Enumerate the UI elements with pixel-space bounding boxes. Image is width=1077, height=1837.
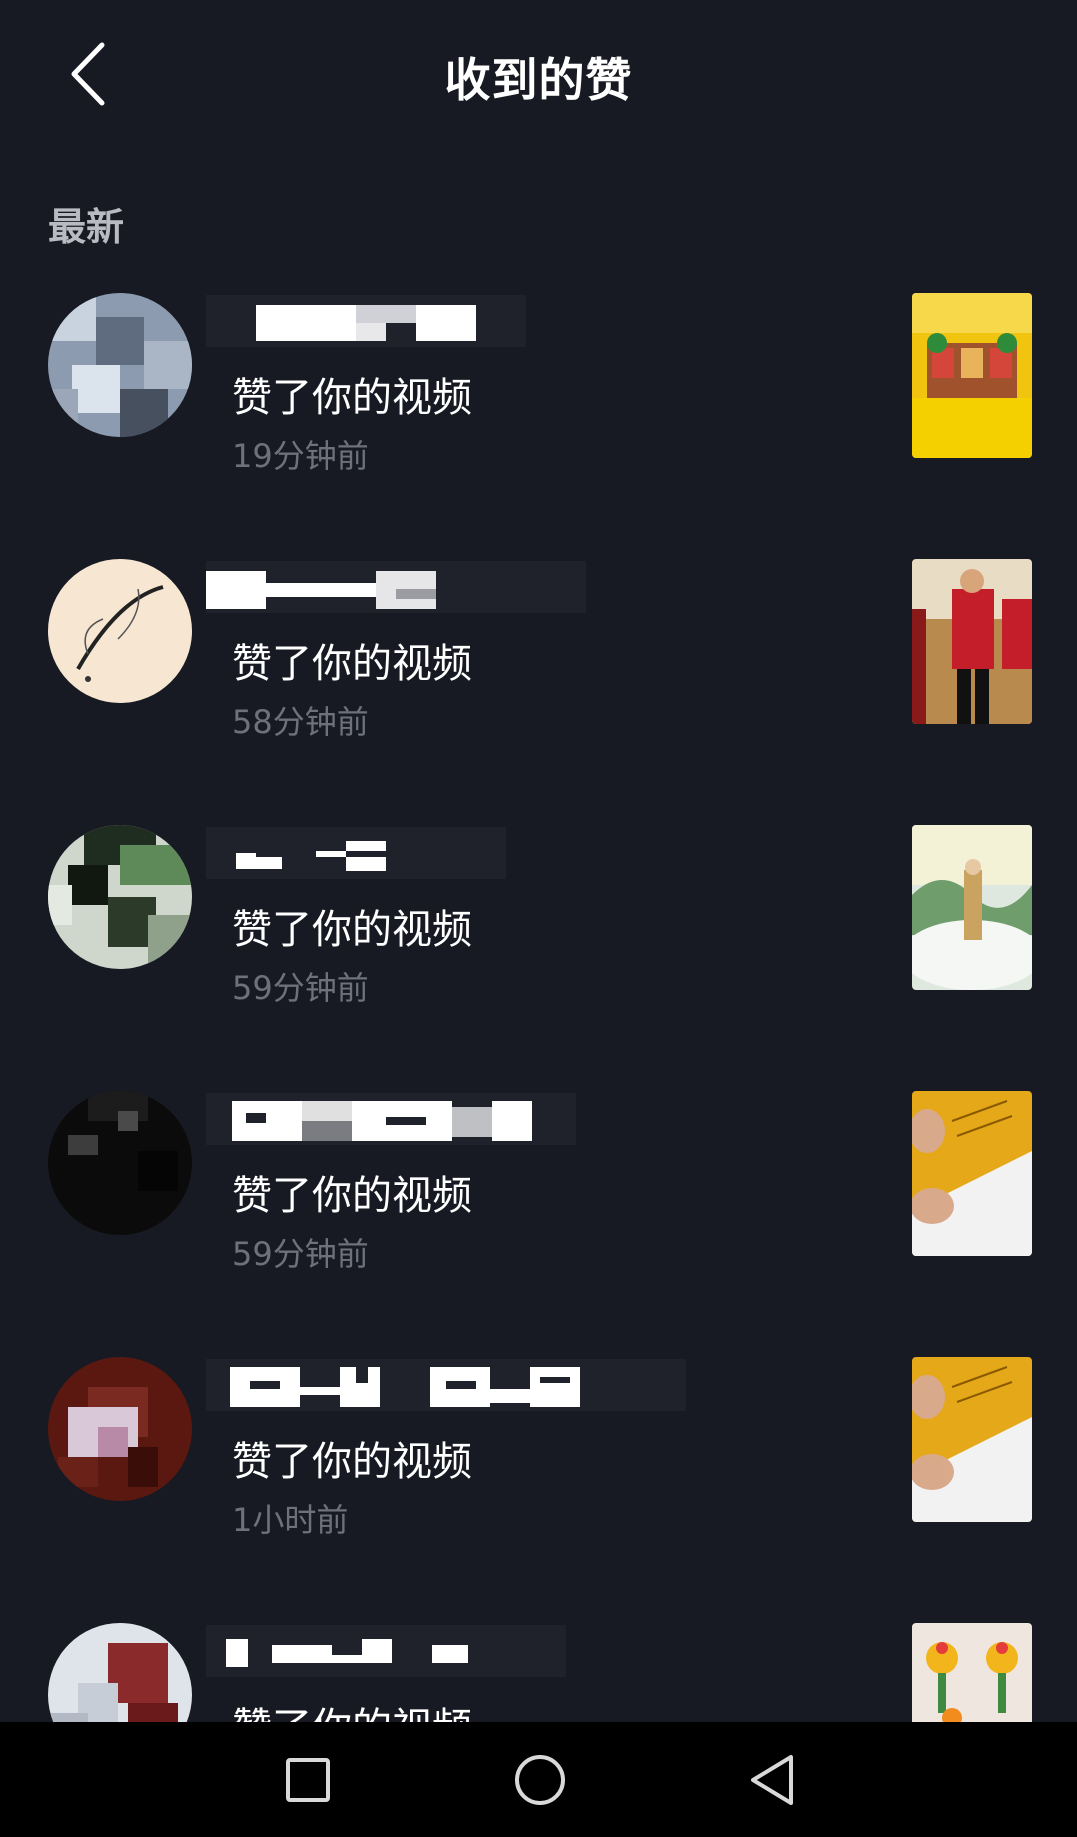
likes-screen: 收到的赞 最新 赞了你的视频 19分钟前 赞了你的视频 58分钟前 赞了你的视频… [0,0,1077,1837]
video-thumbnail[interactable] [912,293,1032,458]
video-thumbnail[interactable] [912,1357,1032,1522]
system-back-button[interactable] [742,1750,802,1810]
redacted-username [206,1625,566,1677]
redacted-username [206,1359,686,1411]
section-label-latest: 最新 [48,205,125,249]
redacted-username [206,1093,576,1145]
action-text: 赞了你的视频 [232,907,472,953]
list-item[interactable]: 赞了你的视频 59分钟前 [0,817,1077,1083]
video-thumbnail[interactable] [912,825,1032,990]
list-item[interactable]: 赞了你的视频 58分钟前 [0,551,1077,817]
avatar[interactable] [48,825,192,969]
likes-list: 赞了你的视频 19分钟前 赞了你的视频 58分钟前 赞了你的视频 59分钟前 赞… [0,285,1077,1837]
action-text: 赞了你的视频 [232,1173,472,1219]
redacted-username [206,561,586,613]
avatar[interactable] [48,559,192,703]
list-item[interactable]: 赞了你的视频 19分钟前 [0,285,1077,551]
redacted-username [206,827,506,879]
circle-icon [515,1755,565,1805]
timestamp: 59分钟前 [232,1235,369,1273]
list-item[interactable]: 赞了你的视频 59分钟前 [0,1083,1077,1349]
recent-apps-button[interactable] [278,1750,338,1810]
timestamp: 1小时前 [232,1501,349,1539]
timestamp: 19分钟前 [232,437,369,475]
system-nav-bar [0,1722,1077,1837]
list-item[interactable]: 赞了你的视频 1小时前 [0,1349,1077,1615]
page-title: 收到的赞 [444,53,633,107]
action-text: 赞了你的视频 [232,1439,472,1485]
avatar[interactable] [48,293,192,437]
timestamp: 59分钟前 [232,969,369,1007]
home-button[interactable] [510,1750,570,1810]
redacted-username [206,295,526,347]
action-text: 赞了你的视频 [232,641,472,687]
avatar[interactable] [48,1091,192,1235]
action-text: 赞了你的视频 [232,375,472,421]
avatar[interactable] [48,1357,192,1501]
video-thumbnail[interactable] [912,559,1032,724]
triangle-back-icon [751,1755,793,1805]
header: 收到的赞 [0,0,1077,150]
square-icon [286,1758,330,1802]
video-thumbnail[interactable] [912,1091,1032,1256]
timestamp: 58分钟前 [232,703,369,741]
